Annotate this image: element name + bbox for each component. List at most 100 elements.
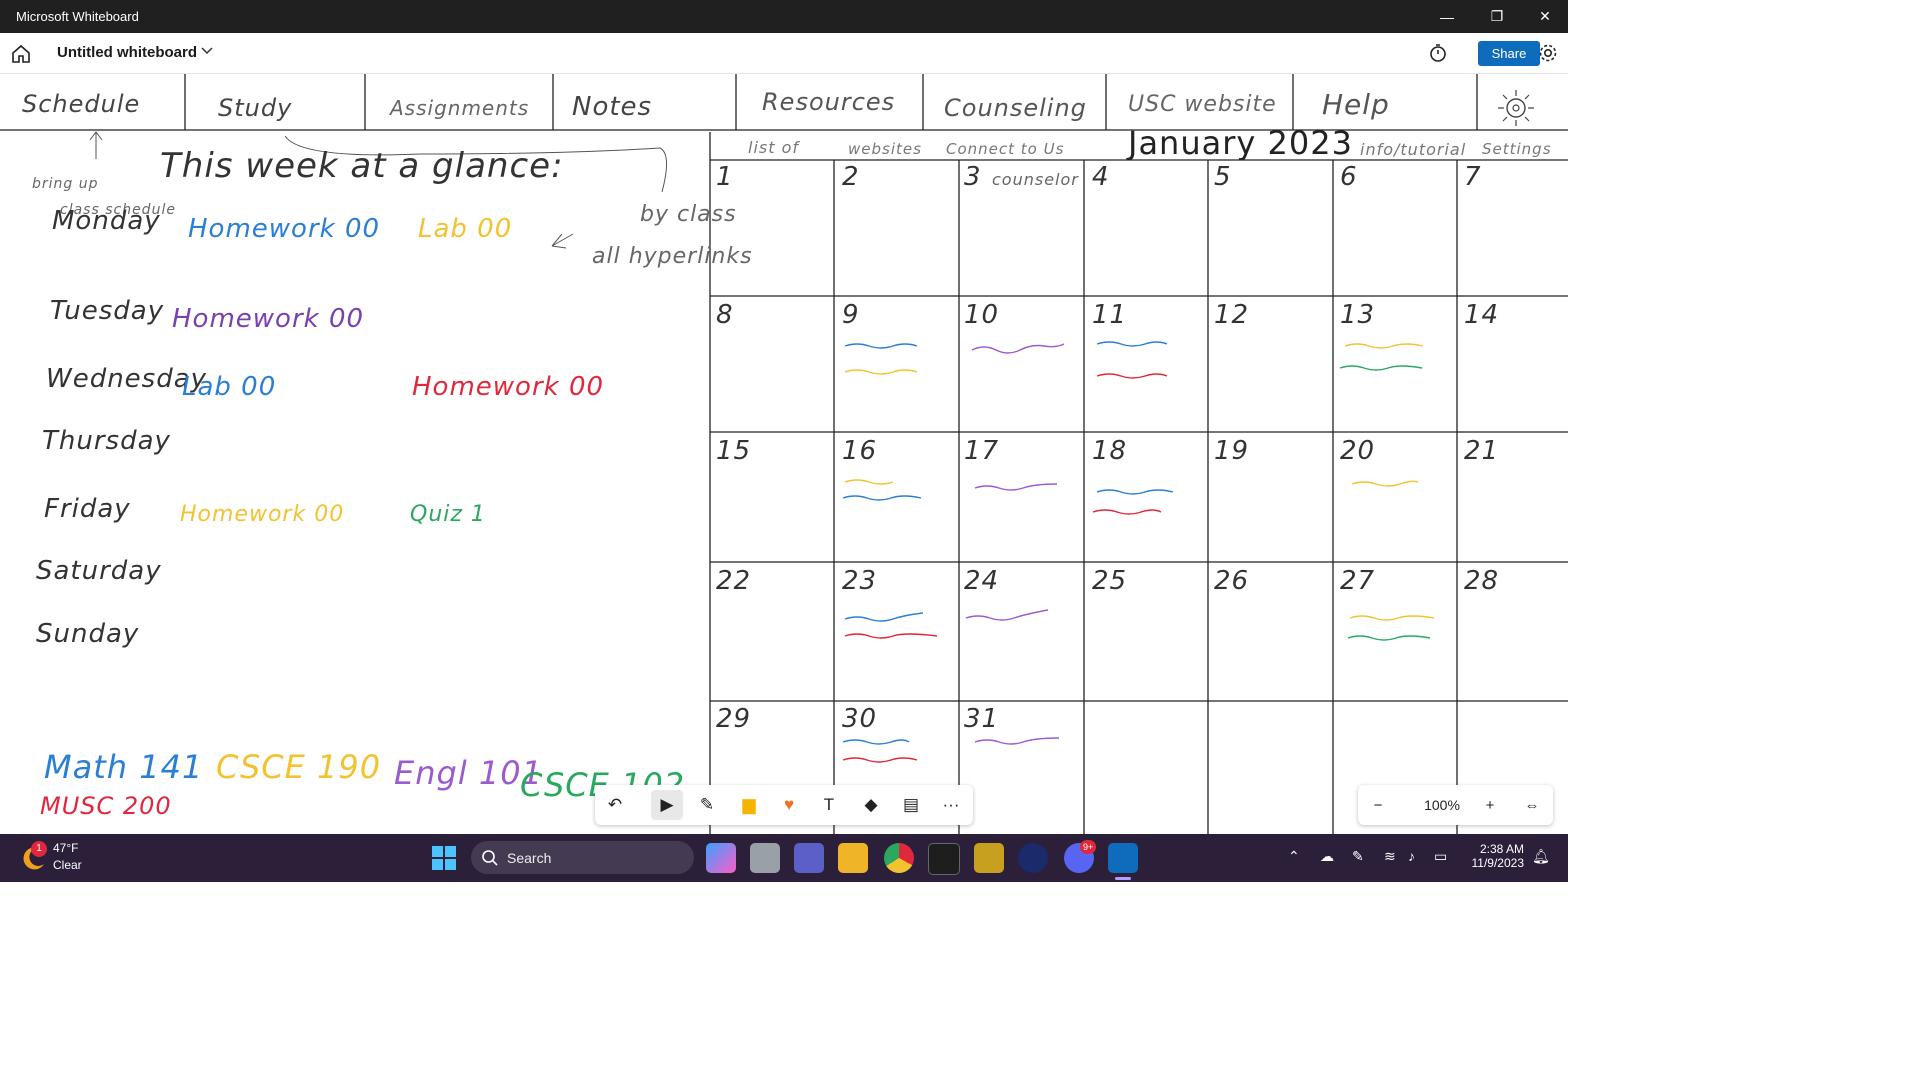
teams-icon[interactable] [794, 843, 824, 873]
calendar-day-31[interactable]: 31 [964, 704, 999, 734]
chrome-icon[interactable] [884, 843, 914, 873]
copilot-icon[interactable] [706, 843, 736, 873]
calendar-day-13[interactable]: 13 [1340, 300, 1375, 330]
select-tool-button[interactable]: ▶ [651, 790, 683, 820]
week-item-0-0[interactable]: Homework 00 [188, 214, 380, 244]
calendar-day-29[interactable]: 29 [716, 704, 751, 734]
calendar-day-17[interactable]: 17 [964, 436, 999, 466]
calendar-day-30[interactable]: 30 [842, 704, 877, 734]
gear-icon[interactable] [1537, 42, 1559, 64]
terminal-icon[interactable] [928, 843, 960, 875]
calendar-day-7[interactable]: 7 [1464, 162, 1482, 192]
calendar-day-18[interactable]: 18 [1092, 436, 1127, 466]
clock-date: 11/9/2023 [1471, 856, 1525, 870]
sticky-note-button[interactable]: ▆ [733, 790, 765, 820]
onedrive-icon[interactable]: ☁ [1320, 848, 1334, 865]
calendar-day-16[interactable]: 16 [842, 436, 877, 466]
week-item-2-1[interactable]: Homework 00 [412, 372, 604, 402]
week-day-1: Tuesday [50, 296, 165, 326]
calendar-day-8[interactable]: 8 [716, 300, 734, 330]
calendar-title: January 2023 [1128, 124, 1353, 162]
calendar-day-14[interactable]: 14 [1464, 300, 1499, 330]
nav-tab-assignments[interactable]: Assignments [390, 96, 529, 120]
calendar-day-25[interactable]: 25 [1092, 566, 1127, 596]
undo-button[interactable]: ↶ [599, 790, 631, 820]
start-icon[interactable] [432, 846, 456, 870]
calendar-day-15[interactable]: 15 [716, 436, 751, 466]
calendar-day-2[interactable]: 2 [842, 162, 860, 192]
nav-tab-counseling[interactable]: Counseling [944, 94, 1087, 122]
calendar-day-28[interactable]: 28 [1464, 566, 1499, 596]
fit-to-screen-button[interactable]: ⇔ [1518, 791, 1546, 819]
nav-tab-schedule[interactable]: Schedule [22, 90, 140, 118]
template-button[interactable]: ▤ [895, 790, 927, 820]
course-4[interactable]: MUSC 200 [40, 792, 172, 820]
week-item-2-0[interactable]: Lab 00 [182, 372, 276, 402]
reaction-button[interactable]: ♥ [773, 790, 805, 820]
more-options-button[interactable]: ··· [935, 790, 967, 820]
nav-tab-help[interactable]: Help [1322, 88, 1390, 121]
battery-icon[interactable]: ▭ [1434, 848, 1447, 865]
shapes-button[interactable]: ◆ [855, 790, 887, 820]
zoom-level: 100% [1424, 797, 1460, 813]
calendar-day-27[interactable]: 27 [1340, 566, 1375, 596]
notification-bell-icon[interactable]: 🔔︎ [1532, 848, 1550, 865]
week-item-4-1[interactable]: Quiz 1 [410, 502, 486, 527]
course-0[interactable]: Math 141 [44, 748, 203, 786]
calendar-day-6[interactable]: 6 [1340, 162, 1358, 192]
text-tool-button[interactable]: T [813, 790, 845, 820]
volume-icon[interactable]: ♪ [1408, 848, 1415, 864]
calendar-day-9[interactable]: 9 [842, 300, 860, 330]
close-button[interactable]: ✕ [1522, 0, 1568, 33]
week-item-0-1[interactable]: Lab 00 [418, 214, 512, 244]
chevron-up-icon[interactable]: ⌃ [1288, 848, 1300, 865]
settings-sun-icon[interactable] [1496, 88, 1536, 128]
calendar-day-26[interactable]: 26 [1214, 566, 1249, 596]
window-title: Microsoft Whiteboard [16, 9, 139, 24]
game-icon[interactable] [974, 843, 1004, 873]
nav-tab-study[interactable]: Study [218, 94, 292, 122]
timer-icon[interactable] [1428, 43, 1448, 63]
whiteboard-taskbar-icon[interactable] [1108, 843, 1138, 873]
calendar-day-5[interactable]: 5 [1214, 162, 1232, 192]
nav-tab-notes[interactable]: Notes [572, 92, 652, 122]
calendar-day-24[interactable]: 24 [964, 566, 999, 596]
calendar-day-11[interactable]: 11 [1092, 300, 1127, 330]
calendar-day-20[interactable]: 20 [1340, 436, 1375, 466]
calendar-day-12[interactable]: 12 [1214, 300, 1249, 330]
nav-tab-usc-website[interactable]: USC website [1128, 92, 1277, 117]
home-icon[interactable] [10, 43, 32, 65]
weather-temp[interactable]: 47°F [53, 841, 78, 855]
week-item-4-0[interactable]: Homework 00 [180, 502, 344, 527]
course-1[interactable]: CSCE 190 [216, 748, 381, 786]
taskbar-search[interactable]: Search [471, 841, 694, 874]
calendar-day-4[interactable]: 4 [1092, 162, 1110, 192]
calendar-day-3[interactable]: 3 [964, 162, 982, 192]
restore-button[interactable]: ❐ [1474, 0, 1520, 33]
calendar-day-23[interactable]: 23 [842, 566, 877, 596]
wifi-icon[interactable]: ≋ [1384, 848, 1396, 865]
board-title[interactable]: Untitled whiteboard [57, 44, 197, 61]
pen-tool-button[interactable]: ✎ [691, 790, 723, 820]
calendar-day-1[interactable]: 1 [716, 162, 734, 192]
zoom-out-button[interactable]: − [1364, 791, 1392, 819]
zoom-in-button[interactable]: + [1476, 791, 1504, 819]
note-by-class: by class [640, 202, 737, 227]
calendar-day-22[interactable]: 22 [716, 566, 751, 596]
calendar-day-10[interactable]: 10 [964, 300, 999, 330]
clock[interactable]: 2:38 AM 11/9/2023 [1462, 842, 1525, 870]
calendar-day-21[interactable]: 21 [1464, 436, 1499, 466]
whiteboard-canvas[interactable]: Schedule Study Assignments Notes Resourc… [0, 74, 1568, 834]
pen-menu-icon[interactable]: ✎ [1352, 848, 1364, 865]
weather-condition[interactable]: Clear [53, 858, 82, 872]
calendar-day-19[interactable]: 19 [1214, 436, 1249, 466]
task-view-icon[interactable] [750, 843, 780, 873]
share-button[interactable]: Share [1478, 41, 1540, 66]
nav-tab-resources[interactable]: Resources [762, 88, 895, 116]
app-icon[interactable] [1018, 843, 1048, 873]
minimize-button[interactable]: — [1424, 0, 1470, 33]
week-item-1-0[interactable]: Homework 00 [172, 304, 364, 334]
chevron-down-icon[interactable] [200, 43, 214, 57]
search-label: Search [507, 850, 552, 866]
file-explorer-icon[interactable] [838, 843, 868, 873]
